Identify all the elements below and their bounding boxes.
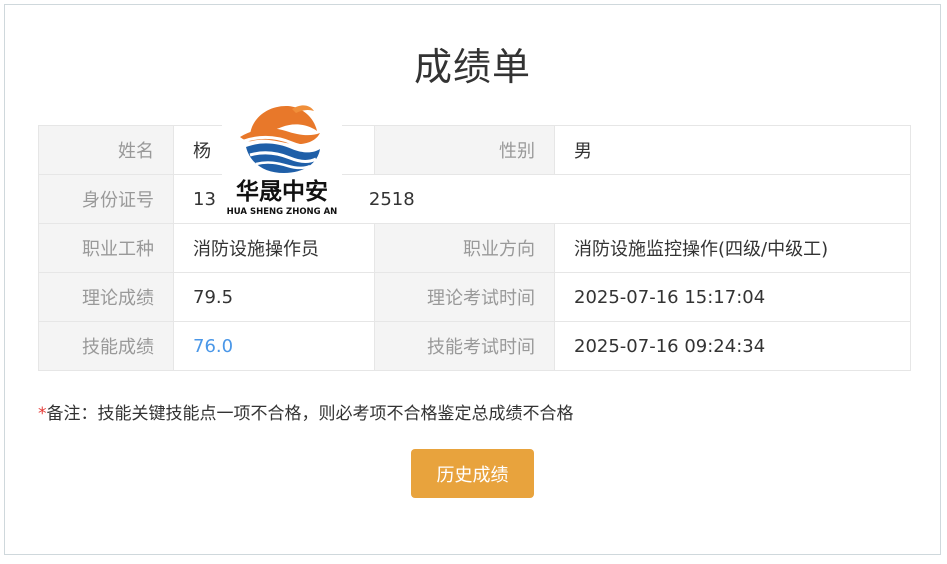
history-scores-button[interactable]: 历史成绩 [411, 449, 534, 498]
id-number-tail: 2518 [368, 188, 415, 210]
theory-exam-time-label: 理论考试时间 [374, 272, 555, 322]
watermark-name-en: HUA SHENG ZHONG AN [226, 207, 338, 217]
remark-text: 备注：技能关键技能点一项不合格，则必考项不合格鉴定总成绩不合格 [46, 404, 574, 424]
table-row: 姓名 杨 性别 男 [38, 125, 911, 175]
page-title: 成绩单 [413, 45, 531, 89]
required-asterisk: * [38, 404, 47, 424]
theory-score-value: 79.5 [173, 272, 375, 322]
gender-value: 男 [554, 125, 911, 175]
direction-label: 职业方向 [374, 223, 555, 273]
skill-exam-time-label: 技能考试时间 [374, 321, 555, 371]
table-row: 身份证号 13 2518 [38, 174, 911, 224]
wave-emblem-icon [240, 105, 321, 173]
name-label: 姓名 [38, 125, 174, 175]
skill-score-label: 技能成绩 [38, 321, 174, 371]
watermark-logo: 华晟中安 HUA SHENG ZHONG AN [222, 97, 342, 219]
skill-score-link[interactable]: 76.0 [173, 321, 375, 371]
skill-exam-time-value: 2025-07-16 09:24:34 [554, 321, 911, 371]
direction-value: 消防设施监控操作(四级/中级工) [554, 223, 911, 273]
theory-score-label: 理论成绩 [38, 272, 174, 322]
occupation-label: 职业工种 [38, 223, 174, 273]
id-number-head: 13 [193, 188, 216, 210]
table-row: 理论成绩 79.5 理论考试时间 2025-07-16 15:17:04 [38, 272, 911, 322]
grades-table: 姓名 杨 性别 男 身份证号 13 2518 职业工种 消防设施操作员 职业方向 … [38, 125, 911, 371]
table-row: 技能成绩 76.0 技能考试时间 2025-07-16 09:24:34 [38, 321, 911, 371]
remark-note: *备注：技能关键技能点一项不合格，则必考项不合格鉴定总成绩不合格 [38, 402, 574, 426]
gender-label: 性别 [374, 125, 555, 175]
table-row: 职业工种 消防设施操作员 职业方向 消防设施监控操作(四级/中级工) [38, 223, 911, 273]
occupation-value: 消防设施操作员 [173, 223, 375, 273]
transcript-panel: 成绩单 姓名 杨 性别 男 身份证号 13 2518 职业工种 消防设施操作员 职… [4, 4, 941, 555]
watermark-name-cn: 华晟中安 [236, 179, 328, 205]
id-number-label: 身份证号 [38, 174, 174, 224]
theory-exam-time-value: 2025-07-16 15:17:04 [554, 272, 911, 322]
